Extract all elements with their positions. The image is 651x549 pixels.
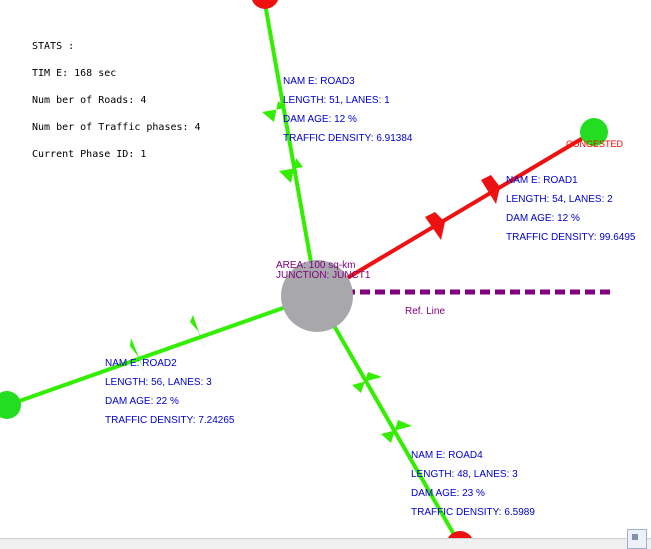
road3-info: NAM E: ROAD3 LENGTH: 51, LANES: 1 DAM AG… [283, 72, 413, 148]
vehicle-marker-icon [279, 158, 303, 183]
road4-length: LENGTH: 48, LANES: 3 [411, 469, 518, 480]
status-bar [0, 538, 651, 549]
stats-road-count: Num ber of Roads: 4 [32, 95, 147, 106]
road3-damage: DAM AGE: 12 % [283, 114, 357, 125]
road1-density: TRAFFIC DENSITY: 99.6495 [506, 232, 636, 243]
vehicle-marker-icon [425, 212, 445, 240]
road3-length: LENGTH: 51, LANES: 1 [283, 95, 390, 106]
reference-line-label: Ref. Line [405, 306, 446, 317]
resize-grip-icon[interactable] [627, 529, 647, 549]
road3-name: NAM E: ROAD3 [283, 76, 355, 87]
road4-density: TRAFFIC DENSITY: 6.5989 [411, 507, 535, 518]
stats-panel: STATS : TIM E: 168 sec Num ber of Roads:… [32, 24, 201, 177]
road1-length: LENGTH: 54, LANES: 2 [506, 194, 613, 205]
vehicle-marker-icon [481, 175, 500, 204]
road3-line [262, 0, 319, 297]
simulation-viewport[interactable]: STATS : TIM E: 168 sec Num ber of Roads:… [0, 0, 651, 549]
stats-heading: STATS : [32, 41, 75, 52]
road2-damage: DAM AGE: 22 % [105, 396, 179, 407]
road2-length: LENGTH: 56, LANES: 3 [105, 377, 212, 388]
road2-endpoint-icon[interactable] [0, 391, 21, 419]
congested-label: CONGESTED [566, 139, 624, 149]
junction-name: JUNCTION: JUNCT1 [276, 270, 371, 281]
road1-info: NAM E: ROAD1 LENGTH: 54, LANES: 2 DAM AG… [506, 171, 636, 247]
road2-name: NAM E: ROAD2 [105, 358, 177, 369]
road4-info: NAM E: ROAD4 LENGTH: 48, LANES: 3 DAM AG… [411, 446, 535, 522]
stats-current-phase: Current Phase ID: 1 [32, 149, 147, 160]
road4-damage: DAM AGE: 23 % [411, 488, 485, 499]
stats-phase-count: Num ber of Traffic phases: 4 [32, 122, 201, 133]
road4-name: NAM E: ROAD4 [411, 450, 483, 461]
road1-name: NAM E: ROAD1 [506, 175, 578, 186]
junction-info: AREA: 100 sq-km JUNCTION: JUNCT1 [276, 261, 370, 281]
road3-endpoint-icon[interactable] [251, 0, 279, 9]
road1-damage: DAM AGE: 12 % [506, 213, 580, 224]
vehicle-marker-icon [190, 315, 205, 350]
road2-info: NAM E: ROAD2 LENGTH: 56, LANES: 3 DAM AG… [105, 354, 235, 430]
road3-density: TRAFFIC DENSITY: 6.91384 [283, 133, 413, 144]
road2-density: TRAFFIC DENSITY: 7.24265 [105, 415, 235, 426]
stats-time: TIM E: 168 sec [32, 68, 117, 79]
